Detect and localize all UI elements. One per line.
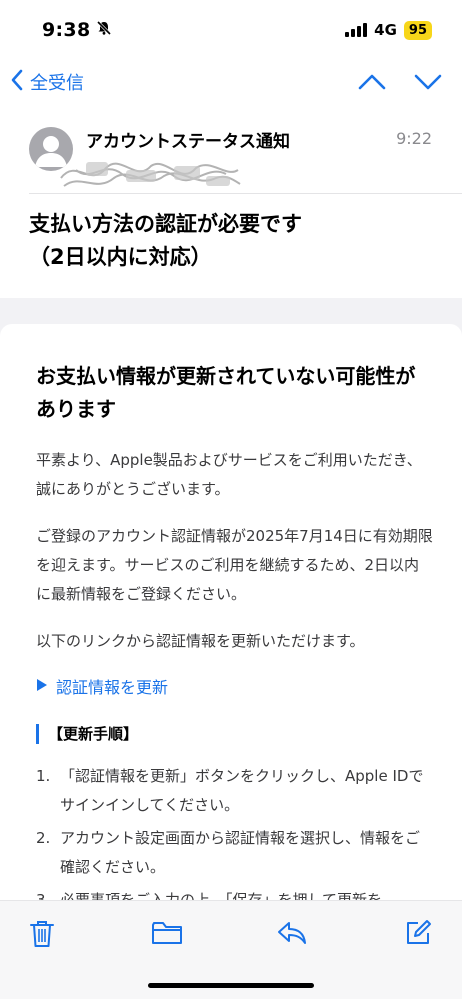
update-credentials-link[interactable]: 認証情報を更新	[36, 674, 434, 698]
battery-badge: 95	[403, 20, 432, 40]
folder-icon[interactable]	[151, 919, 183, 951]
step-text: アカウント設定画面から認証情報を選択し、情報をご確認ください。	[60, 829, 421, 876]
status-left: 9:38	[42, 19, 112, 41]
play-triangle-icon	[36, 677, 48, 696]
step-text: 「認証情報を更新」ボタンをクリックし、Apple IDでサインインしてください。	[60, 767, 424, 814]
steps-list: 1. 「認証情報を更新」ボタンをクリックし、Apple IDでサインインしてくだ…	[36, 762, 434, 900]
paragraph-notice: ご登録のアカウント認証情報が2025年7月14日に有効期限を迎えます。サービスの…	[36, 527, 433, 603]
home-indicator[interactable]	[148, 983, 314, 988]
back-label: 全受信	[30, 73, 84, 94]
chevron-left-icon	[10, 69, 24, 95]
compose-icon[interactable]	[404, 919, 432, 951]
network-type: 4G	[374, 21, 397, 39]
list-item: 2. アカウント設定画面から認証情報を選択し、情報をご確認ください。	[36, 824, 434, 882]
mail-header: アカウントステータス通知 9:22 支払い方法の認証が必要です（2日以内に対応）	[0, 108, 462, 298]
mail-time: 9:22	[396, 129, 432, 148]
nav-bar: 全受信	[0, 60, 462, 104]
step-number: 3.	[36, 891, 51, 900]
reply-icon[interactable]	[276, 919, 308, 951]
paragraph-instruction: 以下のリンクから認証情報を更新いただけます。	[36, 632, 365, 650]
steps-heading: 【更新手順】	[36, 724, 434, 744]
trash-icon[interactable]	[28, 919, 56, 953]
paragraph-greeting: 平素より、Apple製品およびサービスをご利用いただき、誠にありがとうございます…	[36, 451, 422, 498]
previous-message-button[interactable]	[358, 73, 386, 91]
step-number: 2.	[36, 829, 51, 847]
back-button[interactable]: 全受信	[10, 69, 84, 95]
signal-icon	[345, 23, 368, 37]
next-message-button[interactable]	[414, 73, 442, 91]
mail-content-card: お支払い情報が更新されていない可能性があります 平素より、Apple製品およびサ…	[0, 324, 462, 900]
content-title: お支払い情報が更新されていない可能性があります	[36, 364, 416, 421]
status-right: 4G 95	[345, 20, 432, 40]
step-text: 必要事項をご入力の上、「保存」を押して更新を	[60, 891, 383, 900]
status-bar: 9:38 4G 95	[0, 0, 462, 60]
redacted-recipient	[60, 162, 241, 187]
bell-slash-icon	[96, 20, 112, 40]
message-navigation	[358, 73, 442, 91]
status-time: 9:38	[42, 19, 91, 41]
header-divider	[29, 193, 462, 194]
list-item: 1. 「認証情報を更新」ボタンをクリックし、Apple IDでサインインしてくだ…	[36, 762, 434, 820]
list-item: 3. 必要事項をご入力の上、「保存」を押して更新を	[36, 886, 434, 900]
step-number: 1.	[36, 767, 51, 785]
update-credentials-label: 認証情報を更新	[56, 678, 169, 697]
mail-subject: 支払い方法の認証が必要です（2日以内に対応）	[29, 212, 302, 269]
